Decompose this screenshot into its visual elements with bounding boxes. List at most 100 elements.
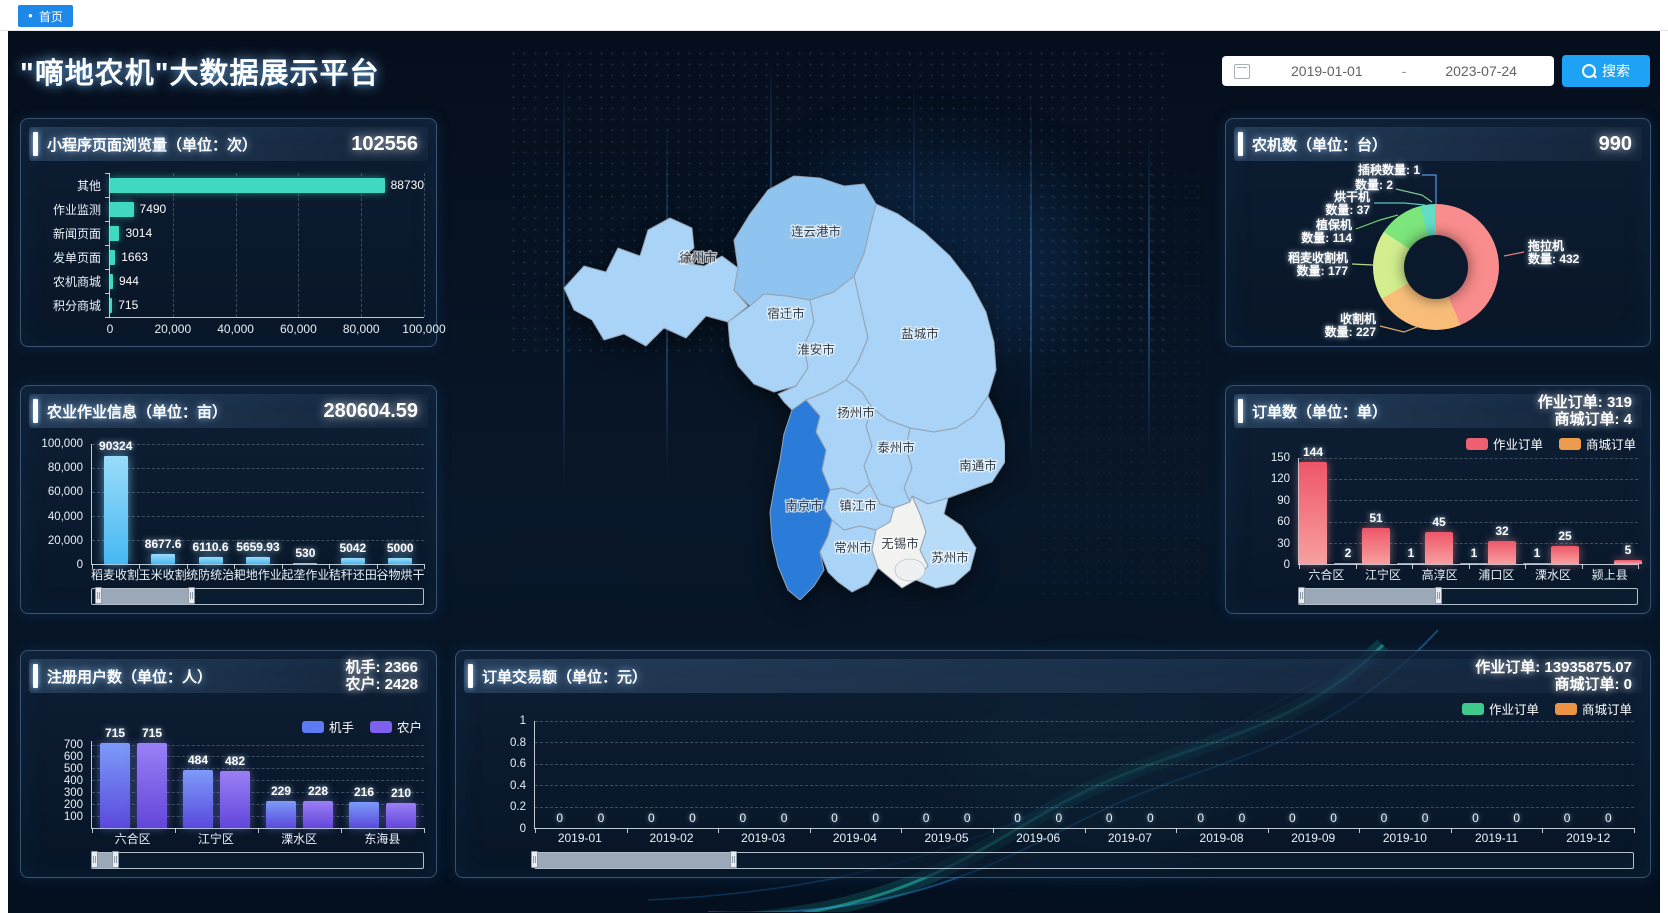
data-zoom-handle-left[interactable] [91,851,98,868]
bar-column: 530 [282,444,329,564]
pie-label-稻麦收割机: 稻麦收割机数量: 177 [1288,252,1348,278]
bar-group-六合区: 1442 [1299,458,1362,564]
value-label: 5 [1625,543,1632,557]
search-button[interactable]: 搜索 [1562,55,1650,87]
panel-pageviews-title-bar: 小程序页面浏览量（单位：次） 102556 [29,127,428,161]
month-label: 2019-08 [1176,831,1268,845]
month-cell-2019-06: 00 [993,721,1085,828]
plot-area: 903248677.66110.65659.9353050425000 [91,444,424,565]
category-label: 玉米收割 [139,566,187,583]
date-end-input[interactable]: 2023-07-24 [1408,63,1554,79]
data-zoom-selected-range[interactable] [99,589,192,604]
date-range-picker[interactable]: 2019-01-01 - 2023-07-24 [1222,56,1554,86]
legend-item-作业订单[interactable]: 作业订单 [1466,434,1543,453]
panel-transactions: 订单交易额（单位：元） 作业订单: 13935875.07 商城订单: 0 作业… [455,650,1651,878]
category-label: 浦口区 [1468,566,1525,583]
bar-机手 [183,770,213,828]
month-cell-2019-11: 00 [1451,721,1543,828]
category-label: 发单页面 [37,246,109,270]
category-label: 颍上县 [1581,566,1638,583]
jiangsu-province-map[interactable]: 徐州市连云港市宿迁市淮安市盐城市扬州市泰州市南通市镇江市南京市常州市无锡市苏州市 [558,170,1005,600]
legend-item-农户[interactable]: 农户 [370,717,422,736]
pie-label-烘干机: 烘干机数量: 37 [1325,191,1370,217]
pageviews-chart: 其他作业监测新闻页面发单页面农机商城积分商城887307490301416639… [37,173,424,340]
axis-tick [1638,564,1639,569]
axis-tick-label: 150 [1271,452,1290,464]
data-zoom-slider[interactable] [91,588,424,605]
data-zoom-handle-left[interactable] [531,851,538,868]
bar-group-江宁区: 511 [1362,458,1425,564]
axis-tick-label: 0 [107,322,114,336]
value-label: 5000 [387,541,414,555]
bar-作业订单 [1425,532,1453,564]
axis-tick [175,828,176,833]
data-zoom-selected-range[interactable] [1302,589,1437,604]
value-label: 0 [1605,811,1612,825]
data-zoom-selected-range[interactable] [95,853,115,868]
data-zoom-slider[interactable] [1298,588,1638,605]
value-label: 0 [1197,811,1204,825]
legend-swatch [1462,703,1484,715]
data-zoom-selected-range[interactable] [535,853,733,868]
value-label: 0 [1381,811,1388,825]
axis-tick [377,564,378,569]
bar-发单页面 [110,250,115,265]
legend-item-机手[interactable]: 机手 [302,717,354,736]
axis-tick [810,828,811,833]
bar-起垄作业 [293,563,317,564]
pie-label-line: 数量: 227 [1325,326,1376,339]
date-separator: - [1400,63,1409,79]
value-label: 0 [689,811,696,825]
bar-column: 5042 [329,444,376,564]
connector-line [1374,203,1425,205]
axis-tick [1542,828,1543,833]
transactions-chart: 10.80.60.40.2000000000000000000000000020… [474,721,1634,869]
bar-商城订单 [1397,563,1425,564]
panel-pageviews: 小程序页面浏览量（单位：次） 102556 其他作业监测新闻页面发单页面农机商城… [20,118,437,347]
axis-tick-label: 20,000 [154,322,191,336]
title-accent-bar [33,664,38,688]
value-label: 88730 [391,178,424,192]
data-zoom-slider[interactable] [91,852,424,869]
bar-row: 715 [110,293,424,317]
plot-area: 88730749030141663944715020,00040,00060,0… [109,173,424,318]
bar-商城订单 [1334,563,1362,564]
map-region-徐州市[interactable] [564,218,748,346]
tab-home[interactable]: ● 首页 [18,5,73,27]
panel-pageviews-title: 小程序页面浏览量（单位：次） [47,134,257,155]
bar-玉米收割 [151,554,175,564]
month-cell-2019-03: 00 [718,721,810,828]
category-label: 秸秆还田 [329,566,377,583]
data-zoom-slider[interactable] [534,852,1634,869]
legend-label: 机手 [329,717,354,736]
pie-label-收割机: 收割机数量: 227 [1325,313,1376,339]
data-zoom-handle-right[interactable] [112,851,119,868]
connector-line [1504,252,1524,256]
bar-row: 88730 [110,173,424,197]
legend-label: 作业订单 [1493,434,1543,453]
date-start-input[interactable]: 2019-01-01 [1254,63,1400,79]
data-zoom-handle-right[interactable] [1435,587,1442,604]
bar-column: 90324 [92,444,139,564]
pie-label-line: 数量: 114 [1301,232,1352,245]
data-zoom-handle-left[interactable] [1298,587,1305,604]
category-label: 起垄作业 [281,566,329,583]
map-region-盐城市[interactable] [846,204,996,432]
data-zoom-handle-left[interactable] [95,587,102,604]
legend-item-商城订单[interactable]: 商城订单 [1559,434,1636,453]
legend-swatch [1555,703,1577,715]
legend-item-作业订单[interactable]: 作业订单 [1462,699,1539,718]
axis-tick [627,828,628,833]
legend-swatch [370,721,392,733]
month-label: 2019-11 [1451,831,1543,845]
data-zoom-handle-right[interactable] [730,851,737,868]
data-zoom-handle-right[interactable] [188,587,195,604]
legend-item-商城订单[interactable]: 商城订单 [1555,699,1632,718]
category-label: 六合区 [1298,566,1355,583]
y-axis-labels: 1501209060300 [1242,458,1298,565]
axis-tick-label: 100 [64,811,83,823]
pie-label-line: 插秧数量: 1 [1358,164,1420,177]
title-accent-bar [33,399,38,423]
value-label: 715 [118,298,138,312]
axis-tick [341,828,342,833]
